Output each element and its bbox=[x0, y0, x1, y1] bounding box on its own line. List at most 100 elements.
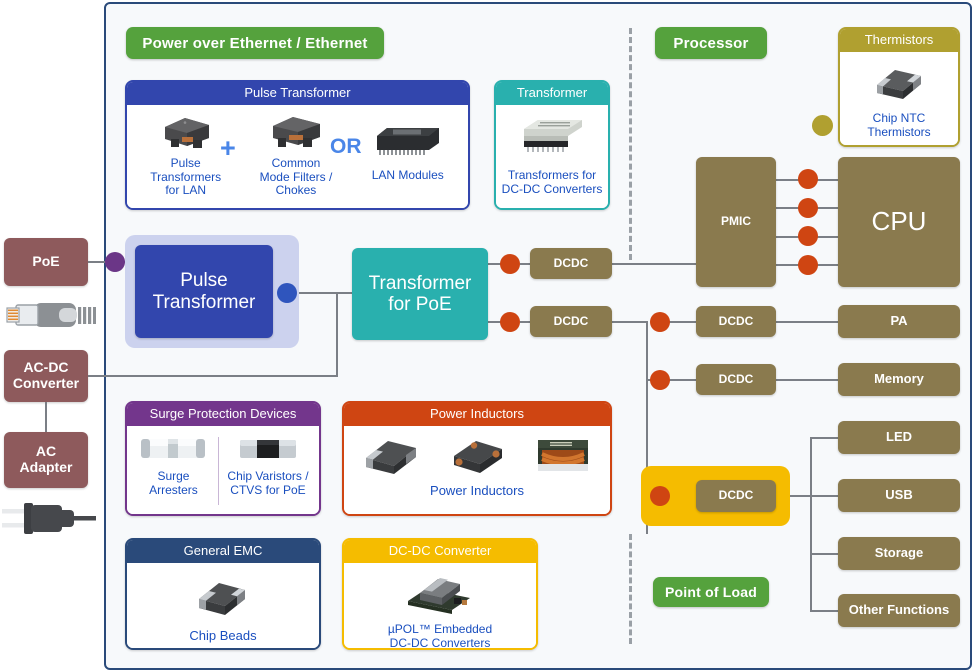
section-pill-processor: Processor bbox=[655, 27, 767, 59]
panel-header: Thermistors bbox=[840, 29, 958, 53]
block-poe-source[interactable]: PoE bbox=[4, 238, 88, 286]
panel-item-caption: Chip NTC Thermistors bbox=[867, 111, 931, 139]
surge-arrester-icon bbox=[141, 439, 206, 459]
panel-thermistors[interactable]: Thermistors Chip NTC Thermistors bbox=[838, 27, 960, 147]
block-label: AC-DC Converter bbox=[12, 359, 80, 391]
block-label: PA bbox=[890, 313, 908, 329]
panel-item-caption: Chip Varistors / CTVS for PoE bbox=[227, 469, 309, 497]
block-label: USB bbox=[885, 487, 913, 503]
panel-item-surge-arresters[interactable]: Surge Arresters bbox=[131, 433, 216, 497]
block-label: Storage bbox=[874, 545, 924, 561]
ac-power-plug-icon bbox=[2, 503, 96, 534]
block-ac-adapter[interactable]: AC Adapter bbox=[4, 432, 88, 488]
node-dcdc2-input bbox=[500, 312, 520, 332]
panel-item-lan-modules[interactable]: LAN Modules bbox=[352, 113, 464, 182]
node-dcdc-memory-input bbox=[650, 370, 670, 390]
power-inductor-icon bbox=[366, 441, 416, 475]
panel-surge-protection[interactable]: Surge Protection Devices Surge Arresters bbox=[125, 401, 321, 516]
block-acdc-converter[interactable]: AC-DC Converter bbox=[4, 350, 88, 402]
block-dcdc-pol[interactable]: DCDC bbox=[696, 480, 776, 512]
panel-transformer[interactable]: Transformer Transformers for DC-DC Conve… bbox=[494, 80, 610, 210]
wire-dcdc2-out bbox=[612, 321, 648, 323]
panel-power-inductors[interactable]: Power Inductors Power Inductors bbox=[342, 401, 612, 516]
smd-choke-icon bbox=[272, 117, 320, 148]
block-label: AC Adapter bbox=[19, 443, 73, 475]
block-dcdc-pa[interactable]: DCDC bbox=[696, 306, 776, 337]
panel-divider bbox=[217, 437, 219, 505]
block-label: Transformer for PoE bbox=[368, 272, 472, 315]
panel-item-caption: Common Mode Filters / Chokes bbox=[259, 156, 333, 198]
block-dcdc-2[interactable]: DCDC bbox=[530, 306, 612, 337]
panel-item-caption: Transformers for DC-DC Converters bbox=[501, 168, 603, 196]
node-cpu-rail-1 bbox=[798, 169, 818, 189]
plus-symbol: + bbox=[220, 133, 236, 164]
chip-bead-icon bbox=[199, 583, 245, 616]
block-label: Memory bbox=[874, 371, 924, 387]
node-thermistor-tap bbox=[812, 115, 833, 136]
panel-dcdc-converter[interactable]: DC-DC Converter µPOL™ Embedded DC-DC Con… bbox=[342, 538, 538, 650]
block-other-functions[interactable]: Other Functions bbox=[838, 594, 960, 627]
power-inductor-icon bbox=[538, 440, 588, 472]
panel-item-power-inductors[interactable] bbox=[348, 432, 606, 478]
block-label: PMIC bbox=[721, 214, 751, 229]
panel-item-chip-varistors[interactable]: Chip Varistors / CTVS for PoE bbox=[221, 433, 315, 497]
wire-node-to-dcdc-mem bbox=[668, 379, 698, 381]
block-storage[interactable]: Storage bbox=[838, 537, 960, 570]
block-usb[interactable]: USB bbox=[838, 479, 960, 512]
node-dcdc-pa-input bbox=[650, 312, 670, 332]
section-label: Power over Ethernet / Ethernet bbox=[142, 34, 368, 52]
wire-dcdc1-to-pmic bbox=[612, 263, 698, 265]
node-cpu-rail-2 bbox=[798, 198, 818, 218]
panel-item-caption: Power Inductors bbox=[430, 483, 524, 499]
block-label: Other Functions bbox=[848, 602, 950, 618]
panel-general-emc[interactable]: General EMC Chip Beads bbox=[125, 538, 321, 650]
block-pa[interactable]: PA bbox=[838, 305, 960, 338]
block-pmic[interactable]: PMIC bbox=[696, 157, 776, 287]
block-pulse-transformer[interactable]: Pulse Transformer bbox=[135, 245, 273, 338]
section-label: Point of Load bbox=[664, 584, 758, 600]
panel-header: Surge Protection Devices bbox=[127, 403, 319, 427]
block-memory[interactable]: Memory bbox=[838, 363, 960, 396]
block-label: DCDC bbox=[718, 313, 754, 328]
block-label: CPU bbox=[871, 206, 927, 237]
rj45-ethernet-connector-icon bbox=[6, 303, 96, 327]
section-pill-poe: Power over Ethernet / Ethernet bbox=[126, 27, 384, 59]
block-label: DCDC bbox=[553, 255, 589, 270]
node-cpu-rail-4 bbox=[798, 255, 818, 275]
or-symbol: OR bbox=[330, 135, 362, 159]
panel-item-caption: Surge Arresters bbox=[149, 469, 198, 497]
block-label: DCDC bbox=[718, 488, 754, 503]
node-cpu-rail-3 bbox=[798, 226, 818, 246]
node-pulse-output bbox=[277, 283, 297, 303]
node-dcdc-pol-input bbox=[650, 486, 670, 506]
block-cpu[interactable]: CPU bbox=[838, 157, 960, 287]
panel-item-caption: µPOL™ Embedded DC-DC Converters bbox=[387, 622, 493, 650]
block-dcdc-1[interactable]: DCDC bbox=[530, 248, 612, 279]
section-label: Processor bbox=[673, 34, 749, 52]
block-label: Pulse Transformer bbox=[152, 270, 256, 313]
panel-header: Pulse Transformer bbox=[127, 82, 468, 106]
wire-fanout-to-usb bbox=[810, 495, 840, 497]
wire-fanout-to-storage bbox=[810, 553, 840, 555]
lan-module-ic-icon bbox=[376, 128, 439, 156]
wire-node-to-dcdc-pa bbox=[668, 321, 698, 323]
block-dcdc-memory[interactable]: DCDC bbox=[696, 364, 776, 395]
wire-dcdc-to-pa bbox=[774, 321, 840, 323]
wire-acdc-riser bbox=[336, 292, 338, 377]
upol-module-icon bbox=[408, 578, 470, 615]
block-label: LED bbox=[886, 429, 912, 445]
block-transformer-for-poe[interactable]: Transformer for PoE bbox=[352, 248, 488, 340]
chip-varistor-icon bbox=[239, 440, 296, 459]
section-pill-point-of-load: Point of Load bbox=[653, 577, 769, 607]
block-label: DCDC bbox=[553, 313, 589, 328]
panel-header: DC-DC Converter bbox=[344, 540, 536, 564]
section-divider-upper bbox=[629, 28, 632, 260]
panel-header: Transformer bbox=[496, 82, 608, 106]
panel-header: General EMC bbox=[127, 540, 319, 564]
chip-ntc-icon bbox=[877, 70, 921, 100]
panel-item-caption: Pulse Transformers for LAN bbox=[150, 156, 222, 198]
block-label: PoE bbox=[32, 253, 60, 270]
panel-pulse-transformer[interactable]: Pulse Transformer Pulse Transformers for… bbox=[125, 80, 470, 210]
block-led[interactable]: LED bbox=[838, 421, 960, 454]
dcdc-transformer-icon bbox=[524, 120, 582, 153]
